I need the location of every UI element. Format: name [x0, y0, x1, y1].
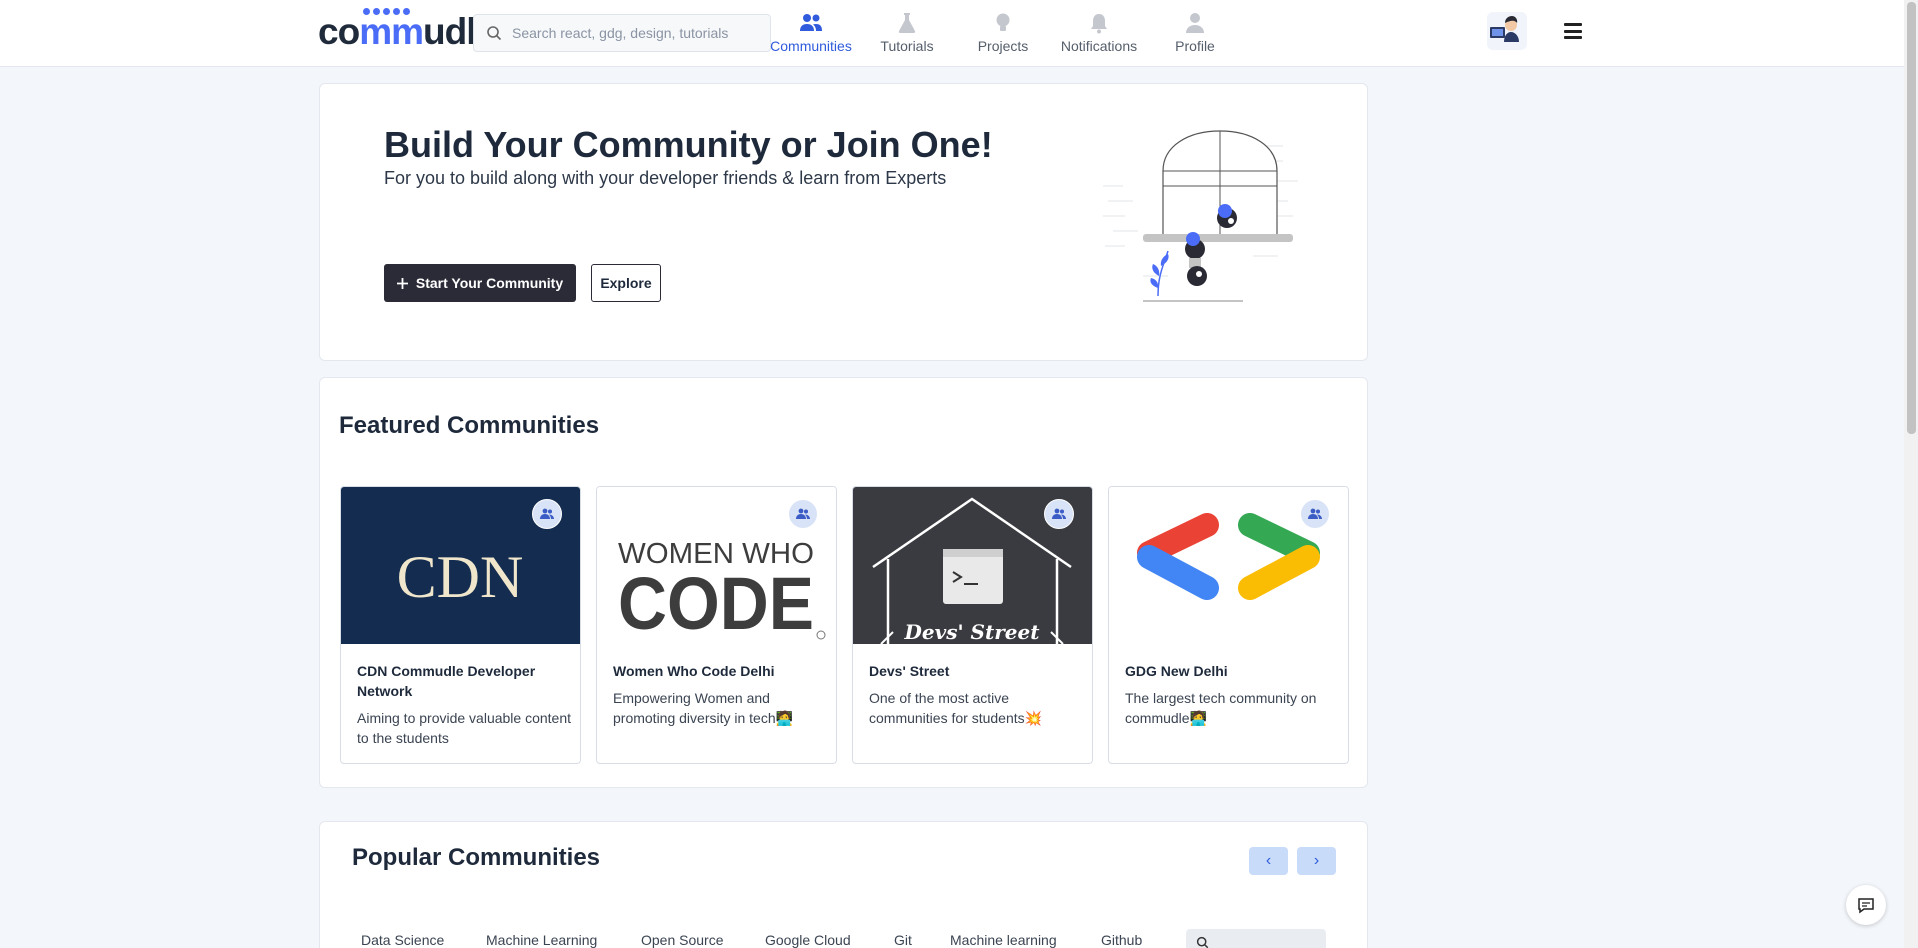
search-icon [487, 26, 502, 41]
search-icon [1196, 936, 1209, 948]
tag-google-cloud[interactable]: Google Cloud [765, 932, 851, 948]
user-avatar[interactable] [1487, 12, 1527, 50]
community-name: Women Who Code Delhi [613, 663, 775, 679]
popular-communities-section: Popular Communities ‹ › Data Science Mac… [319, 821, 1368, 948]
nav-projects[interactable]: Projects [955, 12, 1051, 54]
tag-open-source[interactable]: Open Source [641, 932, 724, 948]
community-card-wwcode[interactable]: WOMEN WHO CODE Women Who Code Delhi Empo… [596, 486, 837, 764]
community-card-gdg[interactable]: GDG New Delhi The largest tech community… [1108, 486, 1349, 764]
featured-title: Featured Communities [339, 412, 600, 439]
tag-data-science[interactable]: Data Science [361, 932, 444, 948]
search-bar[interactable] [473, 14, 771, 52]
featured-communities-section: Featured Communities CDN CDN Commudle De… [319, 377, 1368, 788]
hero-illustration [1103, 130, 1298, 302]
community-name: GDG New Delhi [1125, 663, 1228, 679]
hero-card: Build Your Community or Join One! For yo… [319, 83, 1368, 361]
tag-machine-learning-2[interactable]: Machine learning [950, 932, 1057, 948]
community-description: The largest tech community on commudle🧑‍… [1125, 690, 1317, 726]
carousel-prev-button[interactable]: ‹ [1249, 847, 1288, 875]
chat-icon [1858, 898, 1874, 914]
logo-text-start: co [318, 11, 360, 52]
explore-button[interactable]: Explore [591, 264, 661, 302]
community-type-icon [1044, 499, 1074, 529]
community-description: Aiming to provide valuable content to th… [357, 710, 572, 746]
tag-git[interactable]: Git [894, 932, 912, 948]
start-community-button[interactable]: Start Your Community [384, 264, 576, 302]
hero-subtitle: For you to build along with your develop… [384, 168, 947, 188]
nav-notifications[interactable]: Notifications [1051, 12, 1147, 54]
community-name: Devs' Street [869, 663, 950, 679]
page-scrollbar[interactable] [1904, 0, 1918, 948]
community-description: One of the most active communities for s… [869, 690, 1043, 726]
lightbulb-icon [996, 13, 1010, 31]
community-type-icon [532, 499, 562, 529]
top-navbar: commudle Communities Tutorials Projects … [0, 0, 1904, 67]
users-icon [800, 14, 822, 31]
community-type-icon [1300, 499, 1330, 529]
community-name: CDN Commudle Developer Network [357, 663, 536, 699]
scrollbar-thumb[interactable] [1907, 2, 1916, 434]
user-icon [1186, 13, 1204, 33]
tag-search-input[interactable] [1186, 929, 1326, 948]
community-card-devs-street[interactable]: Devs' Street Devs' Street One of the mos… [852, 486, 1093, 764]
tag-machine-learning[interactable]: Machine Learning [486, 932, 597, 948]
nav-communities[interactable]: Communities [763, 12, 859, 54]
chat-button[interactable] [1846, 885, 1886, 925]
devs-street-logo-text: Devs' Street [904, 620, 1041, 644]
tag-github[interactable]: Github [1101, 932, 1142, 948]
community-card-cdn[interactable]: CDN CDN Commudle Developer Network Aimin… [340, 486, 581, 764]
carousel-next-button[interactable]: › [1297, 847, 1336, 875]
search-input[interactable] [512, 25, 762, 41]
logo-text-mm: mm [359, 8, 424, 50]
hero-title: Build Your Community or Join One! [384, 124, 993, 165]
popular-title: Popular Communities [352, 844, 601, 871]
nav-profile[interactable]: Profile [1147, 12, 1243, 54]
start-community-label: Start Your Community [415, 275, 564, 291]
plus-icon [396, 277, 408, 289]
menu-hamburger-icon[interactable] [1564, 23, 1582, 39]
cdn-logo-text: CDN [397, 544, 524, 610]
community-description: Empowering Women and promoting diversity… [613, 690, 794, 726]
nav-tutorials[interactable]: Tutorials [859, 12, 955, 54]
flask-icon [898, 13, 916, 33]
community-type-icon [788, 499, 818, 529]
commudle-logo[interactable]: co mm udle [318, 8, 496, 52]
wwcode-logo-bottom: CODE [618, 562, 814, 644]
bell-icon [1091, 14, 1107, 34]
